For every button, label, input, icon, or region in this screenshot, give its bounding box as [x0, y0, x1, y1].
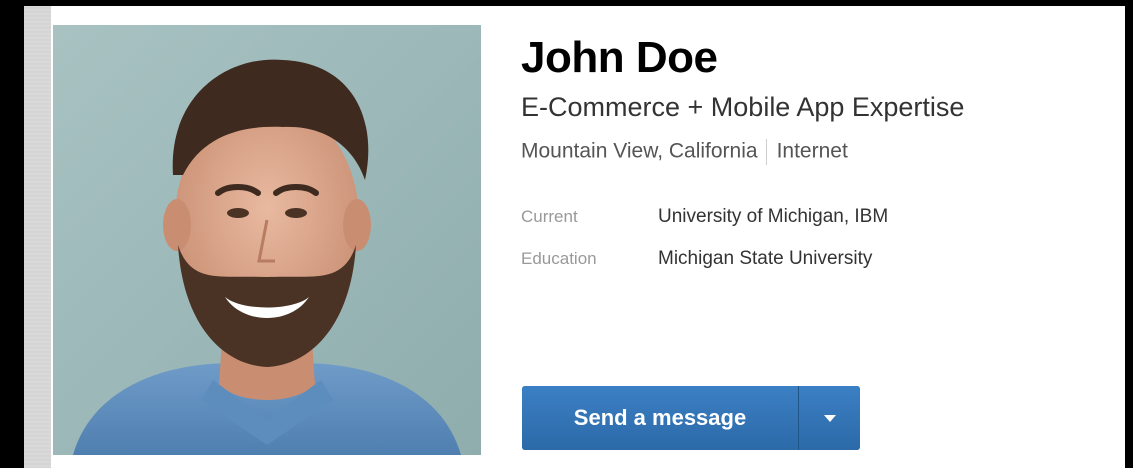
current-value[interactable]: University of Michigan, IBM — [658, 206, 888, 227]
profile-photo[interactable] — [53, 25, 481, 455]
profile-photo-icon — [53, 25, 481, 455]
industry-text[interactable]: Internet — [777, 140, 848, 163]
education-label: Education — [521, 249, 597, 268]
left-border-strip — [24, 6, 51, 468]
profile-meta: Mountain View, California Internet — [521, 139, 848, 165]
profile-card: John Doe E-Commerce + Mobile App Experti… — [24, 6, 1125, 468]
location-text[interactable]: Mountain View, California — [521, 140, 758, 163]
send-message-button[interactable]: Send a message — [522, 386, 798, 450]
profile-name: John Doe — [521, 33, 718, 82]
education-row: Education Michigan State University — [521, 249, 872, 268]
message-button-group: Send a message — [522, 386, 860, 450]
current-row: Current University of Michigan, IBM — [521, 207, 888, 226]
profile-headline: E-Commerce + Mobile App Expertise — [521, 92, 965, 122]
more-options-button[interactable] — [799, 386, 860, 450]
meta-separator — [765, 139, 767, 165]
current-label: Current — [521, 207, 578, 226]
caret-down-icon — [823, 414, 836, 422]
education-value[interactable]: Michigan State University — [658, 248, 872, 269]
